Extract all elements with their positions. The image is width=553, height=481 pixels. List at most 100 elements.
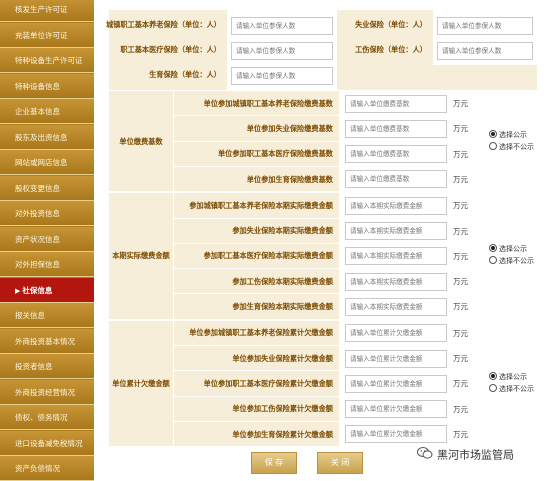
amount-input[interactable] <box>345 170 447 189</box>
field-label: 参加生育保险本期实际缴费金额 <box>232 302 333 312</box>
sidebar-item[interactable]: 股权变更信息 <box>0 175 94 201</box>
field-label: 参加失业保险本期实际缴费金额 <box>232 226 333 236</box>
field-label: 单位参加职工基本医疗保险累计欠缴金额 <box>203 378 333 388</box>
sidebar-item[interactable]: 报关信息 <box>0 303 94 328</box>
field-label: 单位参加工伤保险累计欠缴金额 <box>232 404 333 414</box>
field-label: 单位参加生育保险缴费基数 <box>246 174 333 184</box>
radio-unselected-icon <box>489 141 497 150</box>
amount-input[interactable] <box>345 374 447 393</box>
unit-label: 万元 <box>453 404 468 414</box>
radio-label: 选择公示 <box>499 130 527 139</box>
group-title: 本期实际缴费金额 <box>112 251 170 261</box>
radio-selected-icon <box>489 129 497 138</box>
medical-insured-label: 职工基本医疗保险（单位：人） <box>120 45 221 54</box>
sidebar-item[interactable]: 投资者信息 <box>0 354 94 379</box>
injury-insured-label: 工伤保险（单位：人） <box>355 45 427 54</box>
unit-label: 万元 <box>453 429 468 439</box>
save-button[interactable]: 保 存 <box>251 452 297 474</box>
publish-radio-show[interactable]: 选择公示 <box>489 129 527 140</box>
amount-input[interactable] <box>345 297 447 316</box>
sidebar: 核发生产许可证 充装单位许可证特种设备生产许可证特种设备信息企业基本信息股东及出资… <box>0 0 94 481</box>
field-label: 单位参加失业保险累计欠缴金额 <box>232 353 333 363</box>
sidebar-item-label: 企业基本信息 <box>15 107 60 116</box>
radio-label: 选择公示 <box>499 372 527 381</box>
sidebar-item-label: 对外担保信息 <box>15 260 60 269</box>
sidebar-item-label: 外商投资经营情况 <box>15 387 75 397</box>
unit-label: 万元 <box>453 174 468 184</box>
amount-input[interactable] <box>345 272 447 291</box>
social-insurance-form: 城镇职工基本养老保险（单位：人） 失业保险（单位：人） 职工基本医疗保险（单位：… <box>99 0 553 479</box>
maternity-insured-label: 生育保险（单位：人） <box>149 70 221 79</box>
sidebar-item[interactable]: 充装单位许可证 <box>0 22 94 48</box>
sidebar-item-label: 对外投资信息 <box>15 209 60 218</box>
publish-radio-hide[interactable]: 选择不公示 <box>489 256 534 266</box>
field-label: 参加工伤保险本期实际缴费金额 <box>232 276 333 286</box>
publish-radio-hide[interactable]: 选择不公示 <box>489 383 534 394</box>
unemployment-insured-input[interactable] <box>437 17 533 35</box>
radio-selected-icon <box>489 371 497 380</box>
sidebar-item[interactable]: 核发生产许可证 <box>0 0 94 22</box>
sidebar-item-label: 投资者信息 <box>15 362 53 371</box>
sidebar-item[interactable]: 资产状况信息 <box>0 226 94 252</box>
amount-input[interactable] <box>345 145 447 164</box>
amount-input[interactable] <box>345 400 447 419</box>
sidebar-item-label: 网站或网店信息 <box>15 158 68 167</box>
sidebar-item[interactable]: 对外担保信息 <box>0 252 94 277</box>
maternity-insured-input[interactable] <box>231 67 333 85</box>
unit-label: 万元 <box>453 328 468 338</box>
sidebar-item[interactable]: 资产负债情况 <box>0 456 94 481</box>
radio-selected-icon <box>489 244 497 253</box>
unit-label: 万元 <box>453 379 468 389</box>
urban-pension-insured-input[interactable] <box>231 17 333 35</box>
sidebar-item[interactable]: 外商投资经营情况 <box>0 379 94 405</box>
sidebar-item-label: 进口设备减免税情况 <box>15 438 83 448</box>
sidebar-item[interactable]: ▶ 社保信息 <box>0 277 94 303</box>
sidebar-item-label: 充装单位许可证 <box>15 30 68 40</box>
amount-input[interactable] <box>345 222 447 240</box>
unit-label: 万元 <box>453 99 468 108</box>
publish-radio-hide[interactable]: 选择不公示 <box>489 141 534 152</box>
publish-radio-show[interactable]: 选择公示 <box>489 371 527 382</box>
unit-label: 万元 <box>453 149 468 159</box>
field-label: 单位参加城镇职工基本养老保险累计欠缴金额 <box>189 328 333 338</box>
sidebar-item-label: 报关信息 <box>15 311 45 320</box>
sidebar-item[interactable]: 对外投资信息 <box>0 201 94 226</box>
injury-insured-input[interactable] <box>437 42 533 60</box>
sidebar-item[interactable]: 股东及出资信息 <box>0 124 94 150</box>
unit-label: 万元 <box>453 251 468 261</box>
sidebar-item-label: 核发生产许可证 <box>15 5 68 14</box>
amount-input[interactable] <box>345 324 447 343</box>
sidebar-item-label: 社保信息 <box>22 285 53 295</box>
field-label: 参加职工基本医疗保险本期实际缴费金额 <box>203 251 333 261</box>
close-button[interactable]: 关 闭 <box>317 452 363 474</box>
amount-input[interactable] <box>345 119 447 138</box>
radio-label: 选择不公示 <box>499 142 534 151</box>
watermark: 黑河市场监管局 <box>417 446 514 463</box>
medical-insured-input[interactable] <box>231 42 333 60</box>
sidebar-item-label: 特种设备生产许可证 <box>15 56 83 65</box>
active-marker-icon: ▶ <box>15 286 21 295</box>
field-label: 参加城镇职工基本养老保险本期实际缴费金额 <box>189 200 333 210</box>
sidebar-item[interactable]: 特种设备生产许可证 <box>0 48 94 73</box>
unit-label: 万元 <box>453 302 468 312</box>
sidebar-item[interactable]: 进口设备减免税情况 <box>0 430 94 456</box>
radio-label: 选择公示 <box>499 245 527 254</box>
publish-radio-show[interactable]: 选择公示 <box>489 244 527 254</box>
sidebar-item[interactable]: 债权、债务情况 <box>0 405 94 430</box>
sidebar-item-label: 股权变更信息 <box>15 183 60 193</box>
radio-label: 选择不公示 <box>499 257 534 266</box>
sidebar-item[interactable]: 企业基本信息 <box>0 99 94 124</box>
unit-label: 万元 <box>453 201 468 211</box>
group-title: 单位累计欠缴金额 <box>112 378 170 388</box>
amount-input[interactable] <box>345 247 447 266</box>
sidebar-item[interactable]: 特种设备信息 <box>0 73 94 99</box>
amount-input[interactable] <box>345 425 447 444</box>
field-label: 单位参加失业保险缴费基数 <box>246 123 333 133</box>
amount-input[interactable] <box>345 349 447 368</box>
amount-input[interactable] <box>345 94 447 113</box>
sidebar-item[interactable]: 网站或网店信息 <box>0 150 94 175</box>
field-label: 单位参加城镇职工基本养老保险缴费基数 <box>203 98 333 108</box>
unit-label: 万元 <box>453 124 468 134</box>
amount-input[interactable] <box>345 196 447 215</box>
sidebar-item[interactable]: 外商投资基本情况 <box>0 328 94 354</box>
